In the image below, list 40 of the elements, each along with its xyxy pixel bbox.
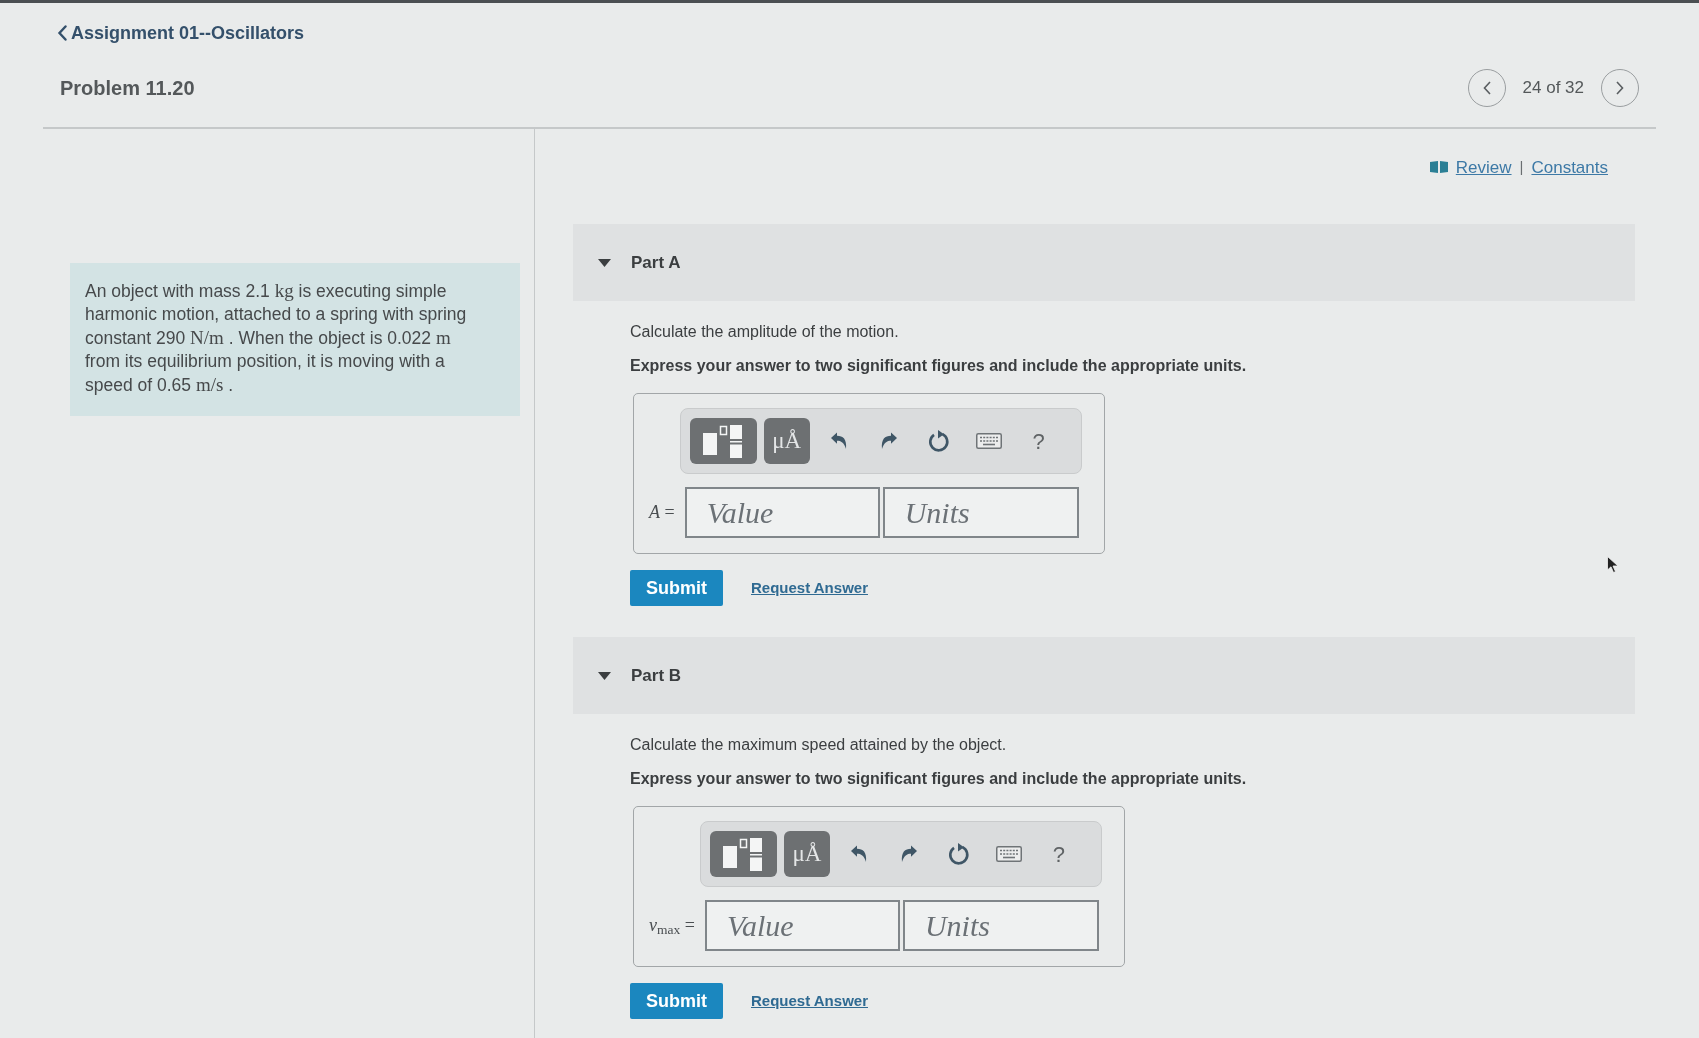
chevron-left-icon <box>57 25 67 41</box>
variable-label: A = <box>649 501 676 524</box>
review-link[interactable]: Review <box>1455 154 1512 180</box>
value-field[interactable]: Value <box>704 900 900 951</box>
problem-title: Problem 11.20 <box>59 76 195 101</box>
help-button[interactable]: ? <box>1033 831 1084 877</box>
reset-icon <box>947 842 970 866</box>
keyboard-icon <box>995 846 1022 862</box>
submit-button[interactable]: Submit <box>630 983 723 1019</box>
submit-button[interactable]: Submit <box>630 570 723 606</box>
help-button[interactable]: ? <box>1013 418 1064 464</box>
units-button[interactable]: μÅ <box>763 418 810 464</box>
mouse-pointer-icon <box>1607 556 1619 574</box>
book-icon <box>1429 161 1448 174</box>
template-icon <box>703 424 744 458</box>
instruction-text: Express your answer to two significant figures and include the appropriate units. <box>630 356 1247 376</box>
units-field[interactable]: Units <box>882 487 1079 538</box>
problem-text: An object with mass 2.1 kg is executing simple harmonic motion, attached to a spring with spring constant 290 N/m . When the object is 0.022 m from its equilibrium position, it is moving with a speed of 0.65 m/s . <box>85 278 468 397</box>
units-button[interactable]: μÅ <box>783 831 830 877</box>
request-answer-link[interactable]: Request Answer <box>751 576 868 600</box>
variable-label: v$_{max}$ = <box>649 914 696 939</box>
request-answer-link[interactable]: Request Answer <box>751 989 868 1013</box>
part-header[interactable]: Part B <box>573 637 1635 714</box>
question-text: Calculate the amplitude of the motion. <box>630 322 899 342</box>
template-button[interactable] <box>689 418 757 464</box>
template-icon <box>723 837 764 871</box>
question-text: Calculate the maximum speed attained by the object. <box>630 735 1007 755</box>
link-separator: | <box>1519 157 1524 177</box>
chevron-right-icon <box>1616 81 1624 95</box>
keyboard-icon <box>975 433 1002 449</box>
instruction-text: Express your answer to two significant figures and include the appropriate units. <box>630 769 1247 789</box>
chevron-left-icon <box>1482 81 1491 95</box>
template-button[interactable] <box>709 831 777 877</box>
value-field[interactable]: Value <box>684 487 880 538</box>
back-link[interactable]: Assignment 01--Oscillators <box>57 19 305 47</box>
constants-link[interactable]: Constants <box>1531 154 1608 180</box>
problem-position: 24 of 32 <box>1522 77 1584 100</box>
part-header[interactable]: Part A <box>573 224 1635 301</box>
reset-icon <box>927 429 950 453</box>
units-field[interactable]: Units <box>902 900 1099 951</box>
